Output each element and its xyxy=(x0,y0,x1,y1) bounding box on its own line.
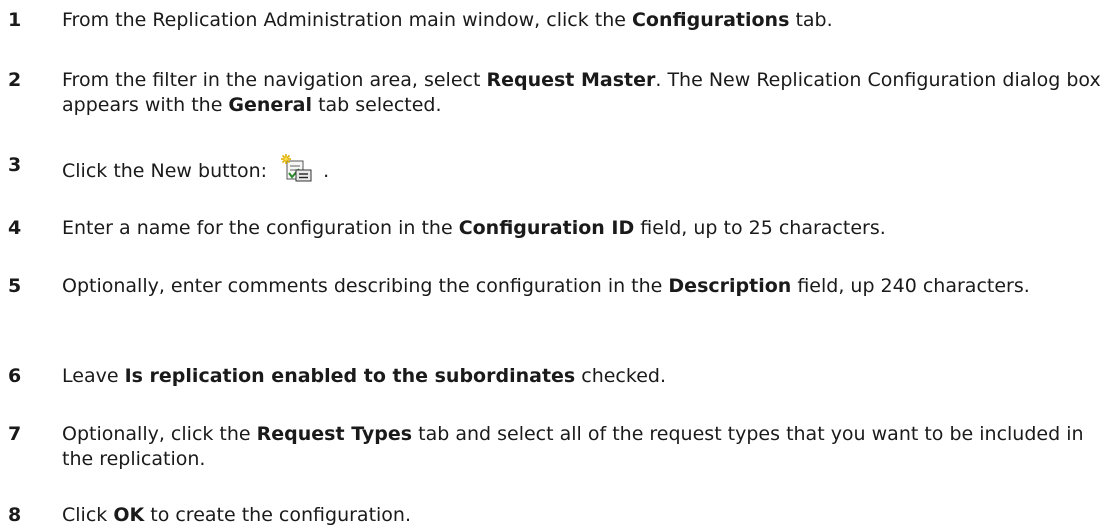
step-text-segment: field, up to 25 characters. xyxy=(634,217,886,239)
step-text-segment: Optionally, click the xyxy=(62,423,257,445)
step-text-segment: Optionally, enter comments describing th… xyxy=(62,275,669,297)
step-text-segment: Leave xyxy=(62,365,125,387)
step-2: 2 From the filter in the navigation area,… xyxy=(0,68,1107,118)
step-1: 1 From the Replication Administration mai… xyxy=(0,8,1107,33)
step-text-segment: Enter a name for the configuration in th… xyxy=(62,217,459,239)
step-number: 8 xyxy=(8,504,22,526)
step-text-segment: Click the New button: xyxy=(62,160,274,182)
step-emphasis: Configurations xyxy=(631,9,790,31)
new-configuration-icon xyxy=(281,154,312,182)
step-text-segment: to create the configuration. xyxy=(144,504,412,526)
step-text-segment: From the Replication Administration main… xyxy=(62,9,632,31)
step-number: 3 xyxy=(8,154,22,176)
step-emphasis: General xyxy=(228,94,313,116)
step-text: From the Replication Administration main… xyxy=(62,8,1107,33)
step-text: Click OK to create the configuration. xyxy=(62,503,1107,528)
step-5: 5 Optionally, enter comments describing t… xyxy=(0,274,1107,299)
step-emphasis: OK xyxy=(113,504,145,526)
step-8: 8 Click OK to create the configuration. xyxy=(0,503,1107,528)
step-emphasis: Configuration ID xyxy=(458,217,635,239)
step-text-segment: tab. xyxy=(789,9,833,31)
step-text: Optionally, click the Request Types tab … xyxy=(62,422,1107,472)
step-3: 3 Click the New button: . xyxy=(0,153,1107,184)
step-number: 1 xyxy=(8,9,22,31)
step-emphasis: Request Types xyxy=(256,423,413,445)
step-text-segment: From the filter in the navigation area, … xyxy=(62,69,487,91)
step-text-segment: tab selected. xyxy=(312,94,442,116)
step-number: 7 xyxy=(8,423,22,445)
step-text: Enter a name for the configuration in th… xyxy=(62,216,1107,241)
step-number: 5 xyxy=(8,275,22,297)
step-number: 4 xyxy=(8,217,22,239)
step-text: Leave Is replication enabled to the subo… xyxy=(62,364,1107,389)
step-emphasis: Request Master xyxy=(486,69,656,91)
step-text-segment: checked. xyxy=(575,365,666,387)
step-text: Optionally, enter comments describing th… xyxy=(62,274,1107,299)
step-7: 7 Optionally, click the Request Types tab… xyxy=(0,422,1107,472)
step-text-segment: field, up 240 characters. xyxy=(791,275,1030,297)
step-number: 2 xyxy=(8,69,22,91)
step-4: 4 Enter a name for the configuration in t… xyxy=(0,216,1107,241)
step-emphasis: Is replication enabled to the subordinat… xyxy=(124,365,576,387)
step-text-segment: Click xyxy=(62,504,114,526)
step-text: From the filter in the navigation area, … xyxy=(62,68,1107,118)
step-emphasis: Description xyxy=(668,275,792,297)
procedure-steps: 1 From the Replication Administration mai… xyxy=(0,0,1113,528)
step-6: 6 Leave Is replication enabled to the sub… xyxy=(0,364,1107,389)
step-number: 6 xyxy=(8,365,22,387)
step-text: Click the New button: . xyxy=(62,153,1107,184)
step-text-segment: . xyxy=(317,160,330,182)
